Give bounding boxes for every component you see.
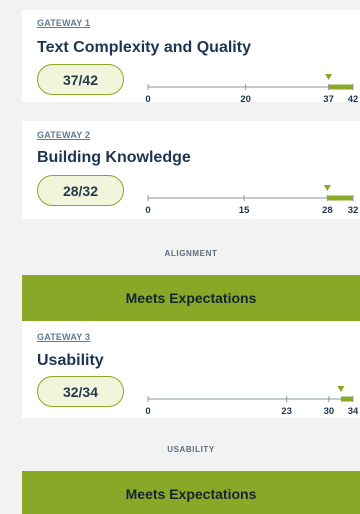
scale-tick-label: 34 [348,406,359,417]
score-range-bar [327,195,353,201]
scale-tick-label: 15 [239,205,250,216]
scale-tick-label: 32 [348,205,359,216]
scale-tick-label: 42 [348,94,359,105]
scale-tick-label: 0 [145,406,150,417]
gateway-3-score-scale: 0 23 30 34 [145,386,359,417]
score-range-bar [328,84,353,90]
usability-rating-banner: Meets Expectations [22,471,360,514]
gateway-1-title: Text Complexity and Quality [37,39,251,56]
gateway-2-score-scale: 0 15 28 32 [145,185,359,216]
gateway-2-link[interactable]: GATEWAY 2 [37,130,90,140]
alignment-rating-banner: Meets Expectations [22,275,360,321]
gateway-2-title: Building Knowledge [37,149,191,166]
score-range-bar [340,396,353,402]
scale-tick-label: 0 [145,205,150,216]
score-marker-icon [337,386,345,392]
gateway-1-card: GATEWAY 1 Text Complexity and Quality 37… [22,10,360,105]
score-marker-icon [325,74,333,80]
usability-label: USABILITY [167,445,215,454]
scale-tick-label: 37 [323,94,334,105]
scale-tick-label: 0 [145,94,150,105]
gateway-3-card: GATEWAY 3 Usability 32/34 0 23 30 34 [22,322,360,418]
gateway-2-card: GATEWAY 2 Building Knowledge 28/32 0 15 28… [22,121,360,219]
scale-tick-label: 20 [240,94,251,105]
scale-tick-label: 28 [322,205,333,216]
gateway-3-title: Usability [37,352,104,369]
alignment-label: ALIGNMENT [164,249,218,258]
scale-tick-label: 30 [324,406,335,417]
gateway-1-score-scale: 0 20 37 42 [145,74,359,105]
gateway-3-link[interactable]: GATEWAY 3 [37,332,90,342]
score-marker-icon [323,185,331,191]
gateway-1-link[interactable]: GATEWAY 1 [37,18,90,28]
scale-tick-label: 23 [281,406,292,417]
